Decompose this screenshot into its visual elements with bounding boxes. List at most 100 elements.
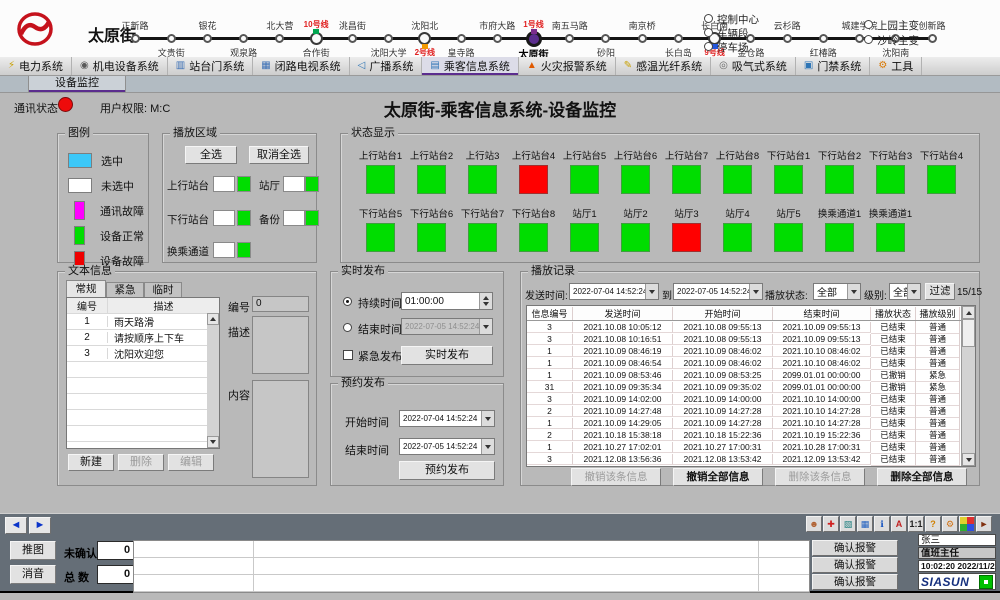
record-action-button-3[interactable]: 删除全部信息 <box>877 468 967 486</box>
chevron-down-icon[interactable] <box>481 411 494 426</box>
info-icon[interactable]: ℹ <box>874 516 890 532</box>
chevron-down-icon[interactable] <box>907 284 920 299</box>
station-dot[interactable] <box>565 34 574 43</box>
menu-tab-工具[interactable]: ⚙工具 <box>870 57 922 75</box>
ack-alarm-button[interactable]: 确认报警 <box>812 557 898 573</box>
station-dot[interactable] <box>493 34 502 43</box>
text-list-row[interactable]: 2请按顺序上下车 <box>67 330 219 346</box>
text-info-list[interactable]: 编号描述1雨天路滑2请按顺序上下车3沈阳欢迎您 <box>66 297 220 449</box>
select-all-button[interactable]: 全选 <box>185 146 237 164</box>
region-radio[interactable] <box>704 14 713 23</box>
station-dot[interactable] <box>855 34 864 43</box>
station-dot[interactable] <box>275 34 284 43</box>
station-dot[interactable] <box>674 34 683 43</box>
record-row[interactable]: 12021.10.09 08:46:542021.10.09 08:46:022… <box>527 357 975 369</box>
end-time-combo[interactable]: 2022-07-05 14:52:24 <box>401 318 493 335</box>
record-row[interactable]: 12021.10.27 17:02:012021.10.27 17:00:312… <box>527 441 975 453</box>
station-dot[interactable] <box>348 34 357 43</box>
menu-tab-吸气式系统[interactable]: ◎吸气式系统 <box>711 57 796 75</box>
text-tab-常规[interactable]: 常规 <box>66 280 106 297</box>
menu-tab-机电设备系统[interactable]: ◉机电设备系统 <box>72 57 168 75</box>
text-new-button[interactable]: 新建 <box>68 454 114 471</box>
record-row[interactable]: 12021.10.09 08:53:462021.10.09 08:53:252… <box>527 369 975 381</box>
scroll-down-icon[interactable] <box>207 436 219 448</box>
menu-tab-感温光纤系统[interactable]: ✎感温光纤系统 <box>616 57 711 75</box>
ack-alarm-button[interactable]: 确认报警 <box>812 540 898 556</box>
scroll-thumb[interactable] <box>962 319 975 347</box>
station-dot[interactable] <box>131 34 140 43</box>
station-dot[interactable] <box>384 34 393 43</box>
exit-icon[interactable]: ► <box>976 516 992 532</box>
chevron-down-icon[interactable] <box>645 284 658 299</box>
end-time-combo[interactable]: 2022-07-05 14:52:24 <box>399 438 495 455</box>
settings-gear-icon[interactable]: ⚙ <box>942 516 958 532</box>
menu-tab-乘客信息系统[interactable]: ▤乘客信息系统 <box>422 57 518 75</box>
push-screen-button[interactable]: 推图 <box>10 541 56 560</box>
pin-icon[interactable]: ✚ <box>823 516 839 532</box>
record-row[interactable]: 22021.10.09 14:27:482021.10.09 14:27:282… <box>527 405 975 417</box>
send-from-combo[interactable]: 2022-07-04 14:52:24 <box>569 283 659 300</box>
station-dot[interactable] <box>819 34 828 43</box>
text-list-scrollbar[interactable] <box>207 313 219 448</box>
text-tab-临时[interactable]: 临时 <box>144 282 182 297</box>
scroll-up-icon[interactable] <box>962 306 975 319</box>
station-dot[interactable] <box>601 34 610 43</box>
urgent-checkbox[interactable] <box>343 350 353 360</box>
zone-status-box[interactable] <box>237 242 251 258</box>
zone-status-box[interactable] <box>305 210 319 226</box>
one-to-one-icon[interactable]: 1:1 <box>908 516 924 532</box>
id-field[interactable]: 0 <box>252 296 309 312</box>
zone-select-box[interactable] <box>213 210 235 226</box>
send-to-combo[interactable]: 2022-07-05 14:52:24 <box>673 283 763 300</box>
duration-radio[interactable] <box>343 297 352 306</box>
chevron-down-icon[interactable] <box>749 284 762 299</box>
station-dot[interactable] <box>638 34 647 43</box>
zone-select-box[interactable] <box>213 176 235 192</box>
region-radio[interactable] <box>864 20 873 29</box>
scheduled-publish-button[interactable]: 预约发布 <box>399 461 495 480</box>
record-scrollbar[interactable] <box>961 306 975 466</box>
station-dot[interactable] <box>203 34 212 43</box>
menu-tab-广播系统[interactable]: ◁广播系统 <box>350 57 423 75</box>
region-radio[interactable] <box>864 35 873 44</box>
record-row[interactable]: 32021.10.09 14:02:002021.10.09 14:00:002… <box>527 393 975 405</box>
chevron-down-icon[interactable] <box>481 439 494 454</box>
scroll-down-icon[interactable] <box>962 453 975 466</box>
region-radio[interactable] <box>704 28 713 37</box>
chevron-down-icon[interactable] <box>847 284 860 299</box>
record-row[interactable]: 312021.10.09 09:35:342021.10.09 09:35:02… <box>527 381 975 393</box>
help-icon[interactable]: ? <box>925 516 941 532</box>
station-dot[interactable] <box>457 34 466 43</box>
play-record-table[interactable]: 信息编号发送时间开始时间结束时间播放状态播放级别32021.10.08 10:0… <box>526 305 976 467</box>
zone-select-box[interactable] <box>283 210 305 226</box>
play-status-combo[interactable]: 全部 <box>813 283 861 300</box>
menu-tab-电力系统[interactable]: ⚡电力系统 <box>0 57 72 75</box>
alarm-list[interactable] <box>133 540 810 593</box>
mute-button[interactable]: 消音 <box>10 565 56 584</box>
record-row[interactable]: 12021.10.09 08:46:192021.10.09 08:46:022… <box>527 345 975 357</box>
record-row[interactable]: 22021.10.18 15:38:182021.10.18 15:22:362… <box>527 429 975 441</box>
spinner-arrows-icon[interactable] <box>479 293 492 309</box>
record-row[interactable]: 32021.12.08 13:56:362021.12.08 13:53:422… <box>527 453 975 465</box>
realtime-publish-button[interactable]: 实时发布 <box>401 346 493 365</box>
menu-tab-火灾报警系统[interactable]: ▲火灾报警系统 <box>519 57 616 75</box>
deselect-all-button[interactable]: 取消全选 <box>249 146 309 164</box>
text-list-row[interactable]: 1雨天路滑 <box>67 314 219 330</box>
station-dot[interactable] <box>239 34 248 43</box>
duration-input[interactable]: 01:00:00 <box>401 292 493 310</box>
menu-tab-闭路电视系统[interactable]: ▦闭路电视系统 <box>253 57 349 75</box>
description-field[interactable] <box>252 316 309 374</box>
level-combo[interactable]: 全部 <box>889 283 921 300</box>
alarm-users-icon[interactable]: ☻ <box>806 516 822 532</box>
scroll-up-icon[interactable] <box>207 313 219 325</box>
nav-back-button[interactable]: ◄ <box>5 517 27 534</box>
record-action-button-1[interactable]: 撤销全部信息 <box>673 468 763 486</box>
station-dot[interactable] <box>783 34 792 43</box>
palette-grid-icon[interactable] <box>959 516 975 532</box>
zone-status-box[interactable] <box>305 176 319 192</box>
record-row[interactable]: 12021.10.09 14:29:052021.10.09 14:27:282… <box>527 417 975 429</box>
text-tab-紧急[interactable]: 紧急 <box>106 282 144 297</box>
add-chart-icon[interactable]: ▦ <box>857 516 873 532</box>
station-dot[interactable] <box>928 34 937 43</box>
map-tools-icon[interactable]: ▧ <box>840 516 856 532</box>
